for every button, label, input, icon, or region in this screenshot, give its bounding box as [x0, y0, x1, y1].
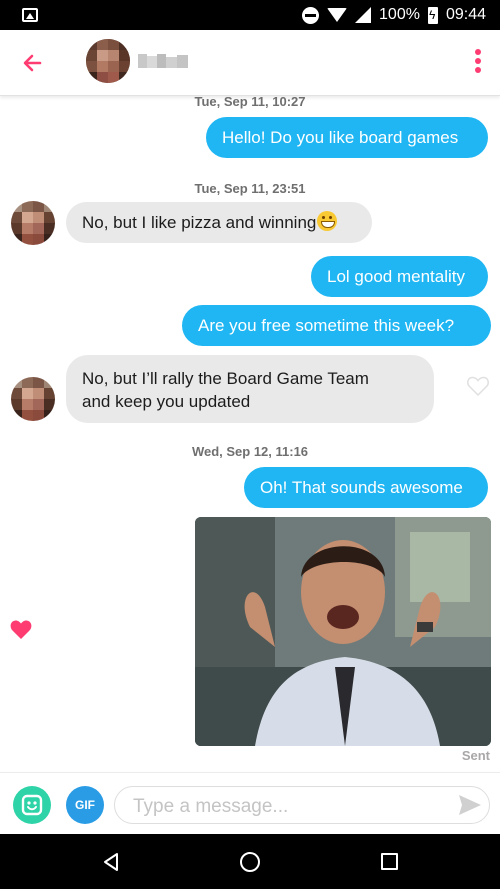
- gif-button[interactable]: GIF: [66, 786, 104, 824]
- timestamp: Tue, Sep 11, 10:27: [194, 94, 306, 109]
- liked-heart-icon[interactable]: [9, 618, 33, 640]
- outgoing-message[interactable]: Oh! That sounds awesome: [244, 467, 488, 508]
- message-input-placeholder: Type a message...: [133, 796, 289, 817]
- sent-status: Sent: [461, 748, 490, 763]
- message-line: and keep you updated: [82, 392, 251, 411]
- message-input[interactable]: Type a message...: [114, 786, 490, 824]
- image-notification-icon: [22, 8, 38, 22]
- timestamp: Wed, Sep 12, 11:16: [191, 444, 309, 459]
- wifi-icon: [327, 8, 348, 22]
- nav-back-icon[interactable]: [102, 852, 120, 872]
- message-text: No, but I like pizza and winning: [82, 213, 317, 232]
- status-bar-right: 100% 09:44: [302, 5, 486, 25]
- chat-header: [0, 30, 500, 96]
- outgoing-message[interactable]: Hello! Do you like board games: [206, 117, 488, 158]
- gif-message-image[interactable]: [195, 517, 491, 746]
- incoming-message[interactable]: No, but I’ll rally the Board Game Team a…: [66, 355, 434, 423]
- contact-avatar-small[interactable]: [11, 201, 55, 245]
- sticker-icon: [21, 794, 43, 816]
- contact-avatar-small[interactable]: [11, 377, 55, 421]
- more-vertical-icon[interactable]: [468, 46, 488, 76]
- incoming-message[interactable]: No, but I like pizza and winning: [66, 202, 372, 243]
- sticker-button[interactable]: [13, 786, 51, 824]
- outgoing-message[interactable]: Lol good mentality: [311, 256, 488, 297]
- system-nav-bar: [0, 834, 500, 889]
- contact-avatar[interactable]: [86, 39, 130, 83]
- cell-signal-icon: [355, 7, 372, 23]
- clock: 09:44: [445, 6, 486, 23]
- message-input-bar: GIF Type a message...: [0, 772, 500, 834]
- pixelated-name-block: [138, 54, 188, 68]
- nav-recents-icon[interactable]: [381, 853, 398, 870]
- battery-percent: 100%: [379, 6, 420, 23]
- grinning-emoji-icon: [317, 211, 338, 231]
- contact-name-redacted[interactable]: [138, 54, 188, 68]
- do-not-disturb-icon: [302, 6, 320, 24]
- send-icon[interactable]: [457, 793, 483, 817]
- outgoing-message[interactable]: Are you free sometime this week?: [182, 305, 491, 346]
- like-heart-outline-icon[interactable]: [466, 375, 490, 397]
- message-line: No, but I’ll rally the Board Game Team: [82, 369, 369, 388]
- back-arrow-icon[interactable]: [18, 48, 48, 78]
- gif-illustration: [195, 517, 491, 746]
- status-bar: 100% 09:44: [0, 0, 500, 30]
- timestamp: Tue, Sep 11, 23:51: [194, 181, 306, 196]
- nav-home-icon[interactable]: [240, 852, 260, 872]
- battery-icon: [427, 6, 438, 24]
